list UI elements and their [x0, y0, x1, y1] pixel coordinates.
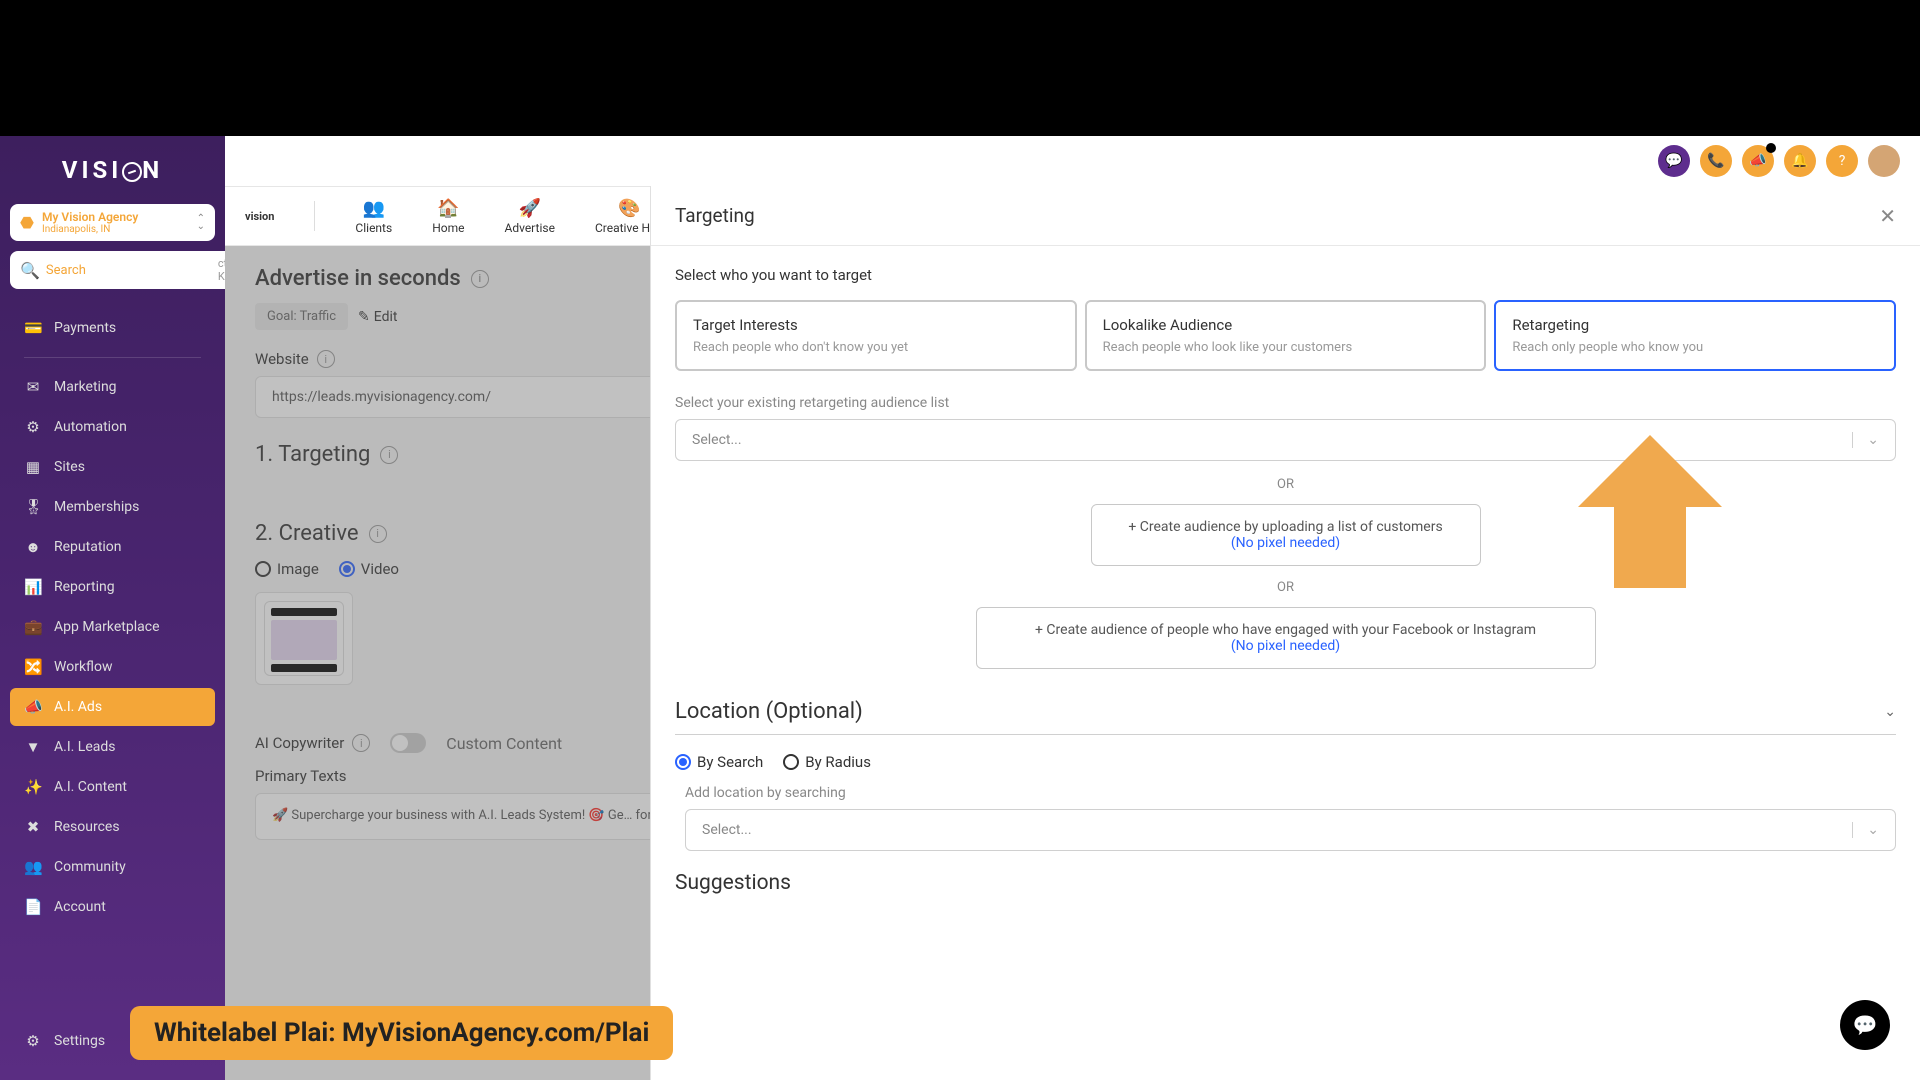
nav-aicontent[interactable]: ✨A.I. Content	[10, 768, 215, 806]
search-field[interactable]	[46, 263, 212, 278]
chevron-down-icon: ⌄	[1884, 704, 1896, 720]
subtool-logo: vision	[245, 210, 274, 223]
suggestions-head: Suggestions	[675, 871, 1896, 895]
nav: 💳Payments ✉Marketing ⚙Automation ▦Sites …	[10, 309, 215, 926]
chat-icon[interactable]: 💬	[1658, 145, 1690, 177]
gear-icon: ⚙	[24, 1032, 42, 1050]
modal-title: Targeting	[675, 204, 755, 227]
automation-icon: ⚙	[24, 418, 42, 436]
header-icons: 💬 📞 📣 🔔 ?	[1658, 136, 1900, 186]
radio-by-radius[interactable]: By Radius	[783, 753, 871, 771]
card-retargeting[interactable]: Retargeting Reach only people who know y…	[1494, 300, 1896, 371]
megaphone-icon: 📣	[24, 698, 42, 716]
location-selector[interactable]: ⬣ My Vision Agency Indianapolis, IN ⌃⌄	[10, 204, 215, 241]
whitelabel-banner: Whitelabel Plai: MyVisionAgency.com/Plai	[130, 1006, 673, 1060]
home-icon: 🏠	[437, 198, 459, 219]
reputation-icon: ☻	[24, 538, 42, 556]
nav-resources[interactable]: ✖Resources	[10, 808, 215, 846]
reporting-icon: 📊	[24, 578, 42, 596]
logo: VISIN	[10, 156, 215, 184]
logo-text: VISIN	[62, 156, 163, 184]
create-upload-list[interactable]: + Create audience by uploading a list of…	[1091, 504, 1481, 566]
existing-list-label: Select your existing retargeting audienc…	[675, 395, 1896, 411]
community-icon: 👥	[24, 858, 42, 876]
card-target-interests[interactable]: Target Interests Reach people who don't …	[675, 300, 1077, 371]
card-lookalike[interactable]: Lookalike Audience Reach people who look…	[1085, 300, 1487, 371]
avatar[interactable]	[1868, 145, 1900, 177]
top-black-bar	[0, 0, 1920, 136]
subtool-clients[interactable]: 👥Clients	[355, 198, 392, 235]
nav-workflow[interactable]: 🔀Workflow	[10, 648, 215, 686]
location-section-head[interactable]: Location (Optional) ⌄	[675, 699, 1896, 724]
location-name: My Vision Agency	[42, 210, 189, 224]
chevron-down-icon: ⌄	[1852, 822, 1879, 838]
payments-icon: 💳	[24, 319, 42, 337]
memberships-icon: 🎖	[24, 498, 42, 516]
mail-icon: ✉	[24, 378, 42, 396]
search-icon: 🔍	[20, 261, 40, 280]
location-sub: Indianapolis, IN	[42, 224, 189, 235]
who-label: Select who you want to target	[675, 266, 1896, 284]
help-icon[interactable]: ?	[1826, 145, 1858, 177]
arrow-callout	[1560, 426, 1740, 610]
create-engagement-audience[interactable]: + Create audience of people who have eng…	[976, 607, 1596, 669]
content-icon: ✨	[24, 778, 42, 796]
workflow-icon: 🔀	[24, 658, 42, 676]
divider	[675, 734, 1896, 735]
radio-by-search[interactable]: By Search	[675, 753, 763, 771]
nav-reporting[interactable]: 📊Reporting	[10, 568, 215, 606]
main: vision 👥Clients 🏠Home 🚀Advertise 🎨Creati…	[225, 136, 1920, 1080]
search-input[interactable]: 🔍 ctrl K	[10, 251, 244, 289]
nav-sites[interactable]: ▦Sites	[10, 448, 215, 486]
nav-payments[interactable]: 💳Payments	[10, 309, 215, 347]
sites-icon: ▦	[24, 458, 42, 476]
sidebar: VISIN ⬣ My Vision Agency Indianapolis, I…	[0, 136, 225, 1080]
rocket-icon: 🚀	[519, 198, 541, 219]
nav-reputation[interactable]: ☻Reputation	[10, 528, 215, 566]
funnel-icon: ▼	[24, 738, 42, 756]
nav-aiads[interactable]: 📣A.I. Ads	[10, 688, 215, 726]
chevron-down-icon: ⌄	[1852, 432, 1879, 448]
nav-aileads[interactable]: ▼A.I. Leads	[10, 728, 215, 766]
nav-marketplace[interactable]: 💼App Marketplace	[10, 608, 215, 646]
pin-icon: ⬣	[20, 213, 34, 232]
nav-account[interactable]: 📄Account	[10, 888, 215, 926]
location-mode-radios: By Search By Radius	[675, 753, 1896, 771]
nav-marketing[interactable]: ✉Marketing	[10, 368, 215, 406]
bell-icon[interactable]: 🔔	[1784, 145, 1816, 177]
nav-automation[interactable]: ⚙Automation	[10, 408, 215, 446]
marketplace-icon: 💼	[24, 618, 42, 636]
clients-icon: 👥	[363, 198, 385, 219]
subtool-advertise[interactable]: 🚀Advertise	[504, 198, 554, 235]
targeting-modal: Targeting ✕ Select who you want to targe…	[650, 186, 1920, 1080]
account-icon: 📄	[24, 898, 42, 916]
chevron-updown-icon: ⌃⌄	[197, 215, 205, 231]
nav-divider	[24, 357, 201, 358]
subtool-home[interactable]: 🏠Home	[432, 198, 464, 235]
nav-memberships[interactable]: 🎖Memberships	[10, 488, 215, 526]
close-icon[interactable]: ✕	[1879, 204, 1896, 228]
phone-icon[interactable]: 📞	[1700, 145, 1732, 177]
add-location-label: Add location by searching	[685, 785, 1896, 801]
location-select[interactable]: Select... ⌄	[685, 809, 1896, 851]
chat-fab[interactable]: 💬	[1840, 1000, 1890, 1050]
palette-icon: 🎨	[618, 198, 640, 219]
resources-icon: ✖	[24, 818, 42, 836]
nav-community[interactable]: 👥Community	[10, 848, 215, 886]
megaphone-icon[interactable]: 📣	[1742, 145, 1774, 177]
